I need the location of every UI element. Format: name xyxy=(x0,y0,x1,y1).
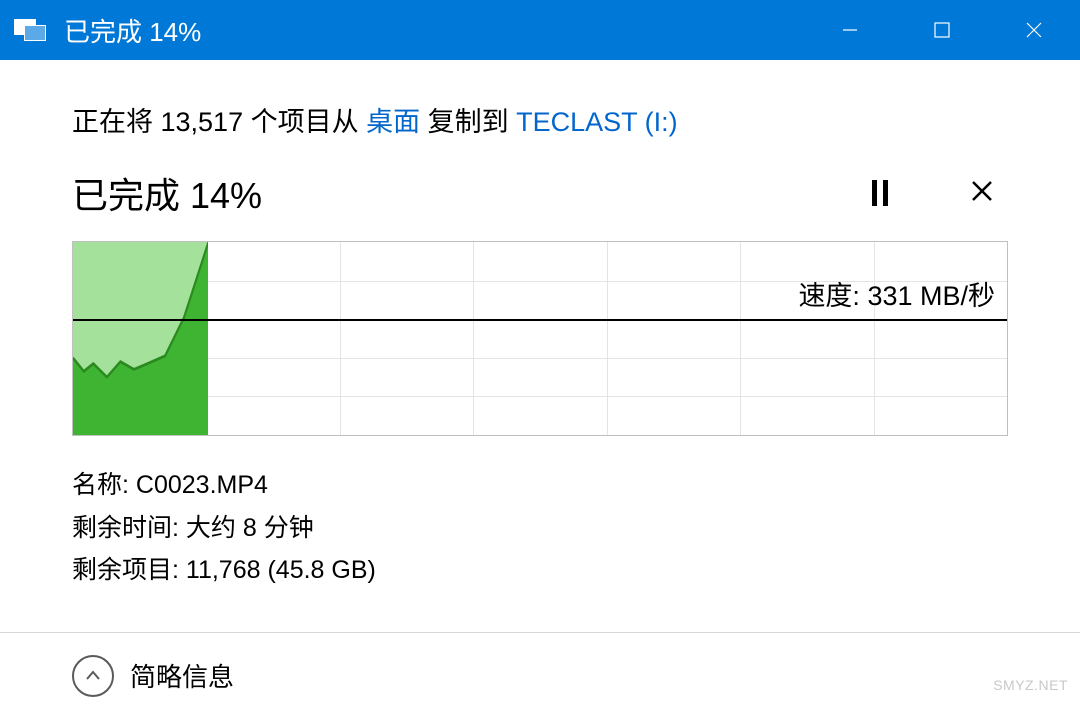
progress-row: 已完成 14% xyxy=(72,167,1008,219)
cancel-button[interactable] xyxy=(966,177,998,209)
window-controls xyxy=(804,0,1080,60)
detail-items-remaining: 剩余项目: 11,768 (45.8 GB) xyxy=(72,549,1008,592)
action-buttons xyxy=(864,177,1008,209)
pause-button[interactable] xyxy=(864,177,896,209)
progress-percentage: 已完成 14% xyxy=(72,167,262,219)
speed-reference-line xyxy=(73,319,1007,321)
divider xyxy=(0,632,1080,633)
close-button[interactable] xyxy=(988,0,1080,60)
chevron-up-icon xyxy=(72,655,114,697)
content-area: 正在将 13,517 个项目从 桌面 复制到 TECLAST (I:) 已完成 … xyxy=(0,60,1080,717)
watermark: SMYZ.NET xyxy=(993,677,1068,693)
speed-chart: 速度: 331 MB/秒 xyxy=(72,241,1008,436)
detail-name: 名称: C0023.MP4 xyxy=(72,464,1008,507)
copy-prefix: 正在将 13,517 个项目从 xyxy=(72,107,366,137)
destination-link[interactable]: TECLAST (I:) xyxy=(516,107,678,137)
chart-grid xyxy=(73,242,1007,435)
speed-value: 速度: 331 MB/秒 xyxy=(798,274,995,313)
minimize-button[interactable] xyxy=(804,0,896,60)
window-title: 已完成 14% xyxy=(64,12,201,49)
source-link[interactable]: 桌面 xyxy=(366,107,420,137)
copy-mid: 复制到 xyxy=(420,107,516,137)
titlebar: 已完成 14% xyxy=(0,0,1080,60)
pause-icon xyxy=(872,180,888,206)
maximize-button[interactable] xyxy=(896,0,988,60)
copy-icon xyxy=(14,19,48,41)
detail-time-remaining: 剩余时间: 大约 8 分钟 xyxy=(72,507,1008,550)
footer-toggle[interactable]: 简略信息 xyxy=(72,655,1008,717)
copy-description: 正在将 13,517 个项目从 桌面 复制到 TECLAST (I:) xyxy=(72,100,1008,139)
details-section: 名称: C0023.MP4 剩余时间: 大约 8 分钟 剩余项目: 11,768… xyxy=(72,464,1008,592)
footer-label: 简略信息 xyxy=(130,657,234,694)
chart-area xyxy=(73,242,208,435)
cancel-icon xyxy=(971,180,993,207)
